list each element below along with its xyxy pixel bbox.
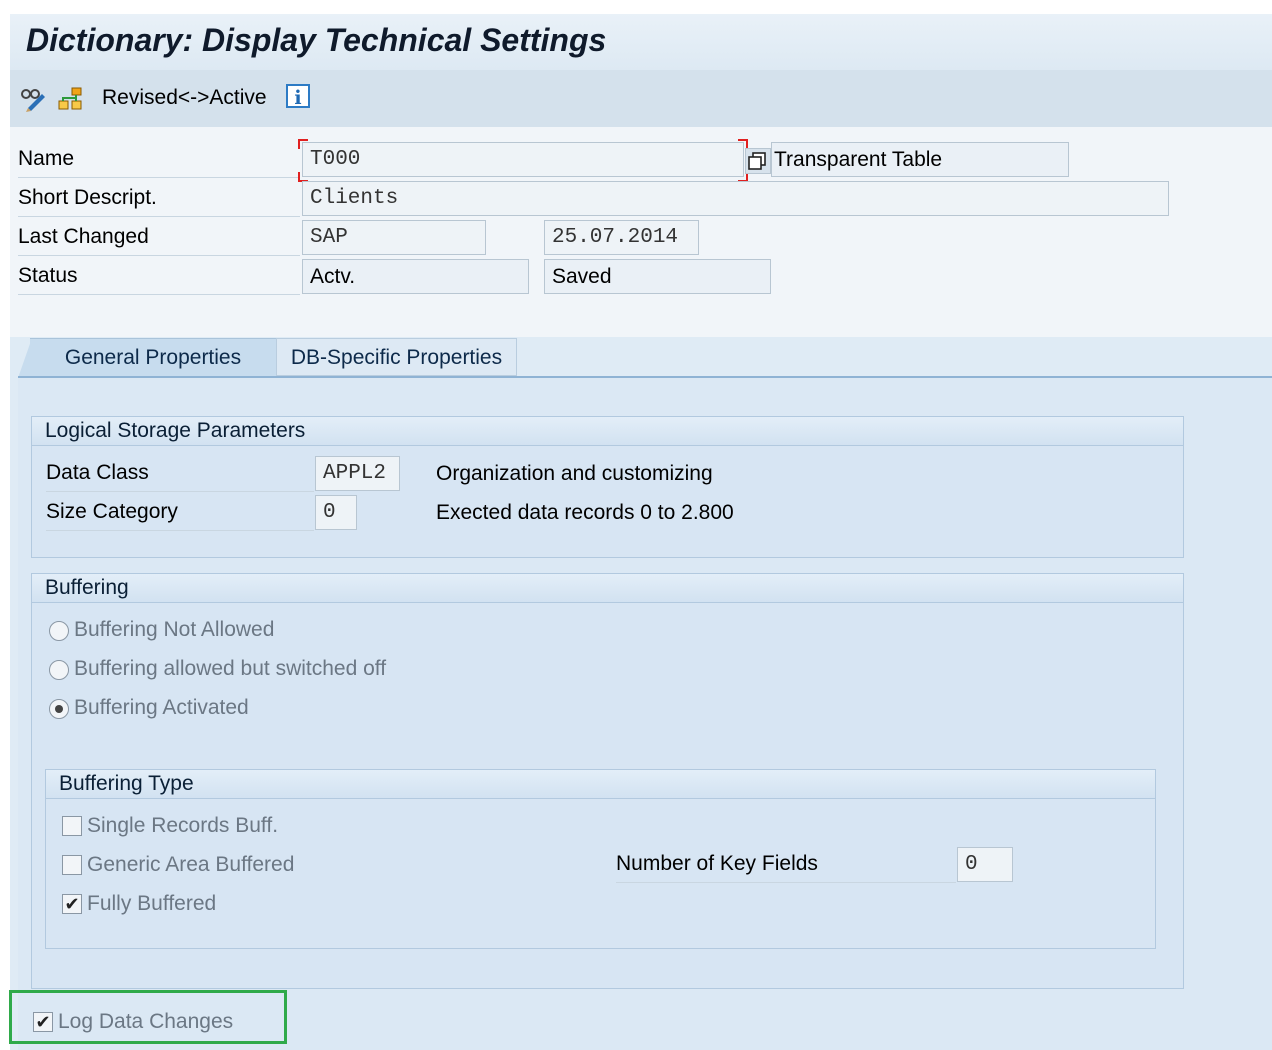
generic-area-label: Generic Area Buffered (87, 853, 295, 876)
size-category-label: Size Category (46, 495, 314, 531)
single-records-checkbox[interactable] (62, 816, 82, 836)
tab-db-specific-properties[interactable]: DB-Specific Properties (276, 338, 517, 376)
focus-mark-top-left (298, 139, 308, 149)
size-category-field[interactable]: 0 (315, 495, 357, 530)
name-label: Name (18, 142, 300, 178)
status-saved-field: Saved (544, 259, 771, 294)
tab-strip: General Properties DB-Specific Propertie… (18, 338, 1272, 378)
fully-buffered-label: Fully Buffered (87, 892, 217, 915)
title-bar: Dictionary: Display Technical Settings (10, 14, 1272, 70)
data-class-label: Data Class (46, 456, 314, 492)
data-class-description: Organization and customizing (436, 462, 713, 485)
key-fields-field[interactable]: 0 (957, 847, 1013, 882)
short-descript-label: Short Descript. (18, 181, 300, 217)
radio-buffering-not-allowed[interactable] (49, 621, 69, 641)
buffering-title: Buffering (32, 574, 1183, 603)
buffering-switched-off-label: Buffering allowed but switched off (74, 657, 387, 680)
highlight-box (9, 990, 287, 1044)
last-changed-label: Last Changed (18, 220, 300, 256)
hierarchy-icon[interactable] (56, 84, 84, 112)
buffering-not-allowed-label: Buffering Not Allowed (74, 618, 275, 641)
revised-active-button[interactable]: Revised<->Active (102, 86, 267, 110)
copy-icon[interactable] (745, 148, 771, 174)
tab-general-properties[interactable]: General Properties (30, 338, 276, 376)
logical-storage-title: Logical Storage Parameters (32, 417, 1183, 446)
table-type-field: Transparent Table (771, 142, 1069, 177)
application-toolbar: Revised<->Active i (10, 70, 1272, 128)
radio-buffering-activated[interactable] (49, 699, 69, 719)
status-field: Actv. (302, 259, 529, 294)
last-changed-date-field[interactable]: 25.07.2014 (544, 220, 699, 255)
key-fields-label: Number of Key Fields (616, 847, 956, 883)
buffering-activated-label: Buffering Activated (74, 696, 249, 719)
generic-area-checkbox[interactable] (62, 855, 82, 875)
fully-buffered-checkbox[interactable]: ✔ (62, 894, 82, 914)
size-category-description: Exected data records 0 to 2.800 (436, 501, 734, 524)
status-label: Status (18, 259, 300, 295)
buffering-type-title: Buffering Type (46, 770, 1155, 799)
glasses-pencil-icon[interactable] (20, 84, 48, 112)
page-title: Dictionary: Display Technical Settings (26, 22, 607, 58)
last-changed-user-field[interactable]: SAP (302, 220, 486, 255)
short-descript-field[interactable]: Clients (302, 181, 1169, 216)
info-icon[interactable]: i (286, 84, 310, 109)
name-field[interactable]: T000 (302, 142, 744, 177)
single-records-label: Single Records Buff. (87, 814, 279, 837)
data-class-field[interactable]: APPL2 (315, 456, 400, 491)
radio-buffering-switched-off[interactable] (49, 660, 69, 680)
